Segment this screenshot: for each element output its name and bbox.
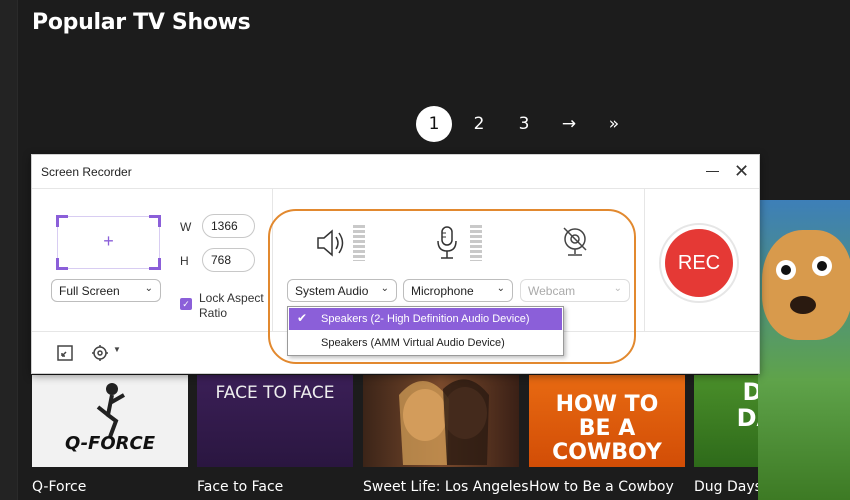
rec-button-ring: REC bbox=[659, 223, 739, 303]
capture-mode-select[interactable]: Full Screen ⌄ bbox=[51, 279, 161, 302]
sweet-life-artwork bbox=[399, 379, 489, 465]
height-label: H bbox=[180, 254, 189, 268]
show-card-face-to-face[interactable]: FACE TO FACE bbox=[197, 375, 353, 467]
system-audio-value: System Audio bbox=[295, 284, 369, 298]
dog-artwork bbox=[762, 230, 850, 340]
dropdown-option[interactable]: Speakers (AMM Virtual Audio Device) bbox=[289, 332, 562, 354]
cowboy-logo: HOW TO BE A COWBOY bbox=[552, 392, 662, 465]
show-card-how-to-be-a-cowboy[interactable]: HOW TO BE A COWBOY bbox=[529, 375, 685, 467]
dropdown-option[interactable]: ✔ Speakers (2- High Definition Audio Dev… bbox=[289, 308, 562, 330]
page-3-button[interactable]: 3 bbox=[506, 106, 542, 142]
rec-button[interactable]: REC bbox=[665, 229, 733, 297]
width-label: W bbox=[180, 220, 192, 234]
chevron-down-icon: ⌄ bbox=[380, 283, 389, 294]
show-card-q-force[interactable]: Q-FORCE bbox=[32, 375, 188, 467]
close-icon[interactable]: ✕ bbox=[734, 162, 749, 180]
title-bar: Screen Recorder ✕ bbox=[32, 155, 759, 189]
dog-nose bbox=[790, 296, 816, 314]
page-2-button[interactable]: 2 bbox=[461, 106, 497, 142]
microphone-icon[interactable] bbox=[434, 225, 460, 261]
plus-icon: + bbox=[103, 231, 114, 251]
dug-days-banner[interactable] bbox=[758, 200, 850, 500]
q-force-logo: Q-FORCE bbox=[64, 433, 156, 454]
show-title[interactable]: Sweet Life: Los Angeles bbox=[363, 479, 529, 495]
show-title[interactable]: Face to Face bbox=[197, 479, 283, 495]
dropdown-option-label: Speakers (2- High Definition Audio Devic… bbox=[321, 313, 530, 325]
chevron-down-icon: ⌄ bbox=[613, 283, 622, 294]
next-page-button[interactable]: → bbox=[551, 106, 587, 142]
chevron-down-icon: ⌄ bbox=[496, 283, 505, 294]
window-title: Screen Recorder bbox=[41, 165, 132, 179]
microphone-level bbox=[476, 225, 482, 261]
settings-icon[interactable] bbox=[90, 343, 110, 363]
speaker-icon[interactable] bbox=[315, 226, 345, 260]
capture-area-selector[interactable]: + bbox=[56, 215, 161, 270]
screen-recorder-window: Screen Recorder ✕ + Full Screen ⌄ W 1366… bbox=[31, 154, 760, 374]
pagination: 1 2 3 → » bbox=[416, 106, 641, 142]
check-icon: ✔ bbox=[297, 311, 308, 325]
page-1-button[interactable]: 1 bbox=[416, 106, 452, 142]
system-audio-select[interactable]: System Audio ⌄ bbox=[287, 279, 397, 302]
show-title[interactable]: Q-Force bbox=[32, 479, 86, 495]
webcam-select[interactable]: Webcam ⌄ bbox=[520, 279, 630, 302]
microphone-select[interactable]: Microphone ⌄ bbox=[403, 279, 513, 302]
webcam-value: Webcam bbox=[528, 284, 576, 298]
dog-eye bbox=[812, 256, 832, 276]
side-panel bbox=[0, 0, 18, 500]
divider bbox=[644, 189, 645, 331]
webcam-off-icon[interactable] bbox=[561, 225, 589, 259]
system-audio-level bbox=[359, 225, 365, 261]
height-field[interactable]: 768 bbox=[202, 248, 255, 272]
minimize-icon[interactable] bbox=[706, 171, 719, 172]
last-page-button[interactable]: » bbox=[596, 106, 632, 142]
lock-aspect-label: Lock Aspect Ratio bbox=[199, 291, 264, 320]
face-to-face-logo: FACE TO FACE bbox=[215, 383, 335, 403]
show-title[interactable]: How to Be a Cowboy bbox=[529, 479, 674, 495]
dropdown-option-label: Speakers (AMM Virtual Audio Device) bbox=[321, 337, 505, 349]
screenshot-icon[interactable] bbox=[55, 343, 75, 363]
lock-aspect-checkbox[interactable]: ✓ bbox=[180, 298, 192, 310]
system-audio-dropdown: ✔ Speakers (2- High Definition Audio Dev… bbox=[287, 306, 564, 356]
dog-eye bbox=[776, 260, 796, 280]
settings-dropdown-icon[interactable]: ▼ bbox=[113, 345, 121, 354]
chevron-down-icon: ⌄ bbox=[144, 283, 153, 294]
show-grid: Q-FORCE Q-Force FACE TO FACE Face to Fac… bbox=[32, 375, 850, 500]
show-title[interactable]: Dug Days bbox=[694, 479, 762, 495]
page-title: Popular TV Shows bbox=[32, 10, 251, 35]
capture-mode-value: Full Screen bbox=[59, 284, 120, 298]
width-field[interactable]: 1366 bbox=[202, 214, 255, 238]
microphone-value: Microphone bbox=[411, 284, 474, 298]
show-card-sweet-life[interactable] bbox=[363, 375, 519, 467]
